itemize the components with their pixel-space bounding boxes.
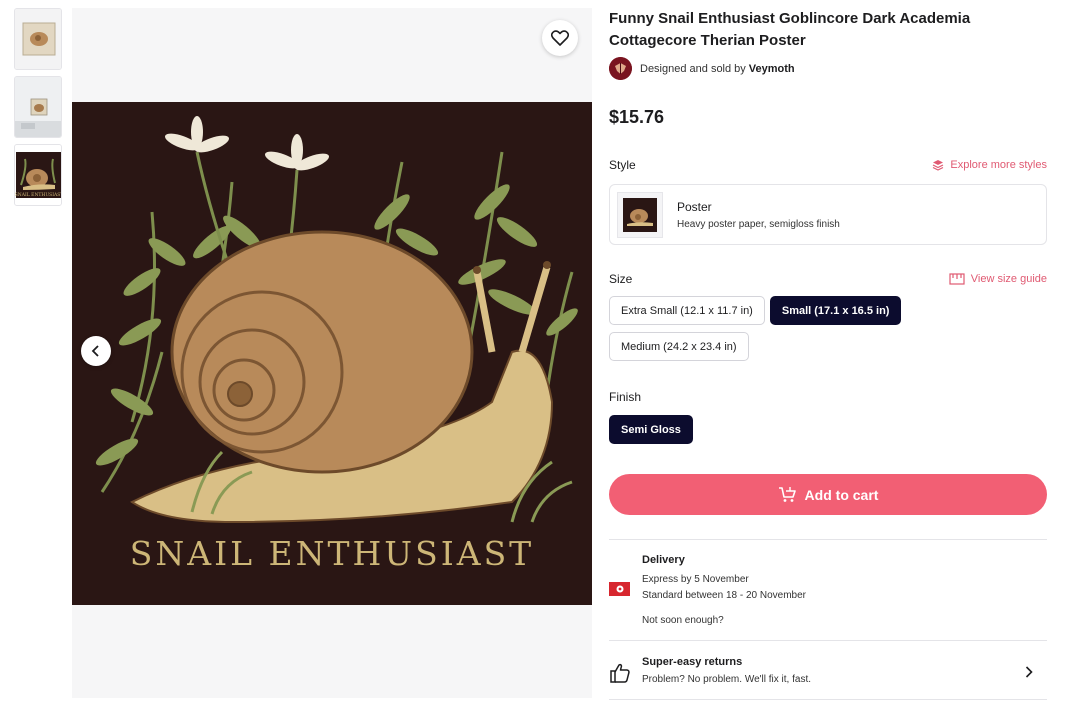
artist-link[interactable]: Veymoth <box>749 63 795 75</box>
product-title: Funny Snail Enthusiast Goblincore Dark A… <box>609 10 971 49</box>
finish-options: Semi Gloss <box>609 415 929 451</box>
finish-header: Finish <box>609 388 1047 406</box>
poster-thumbnail-icon <box>623 197 657 232</box>
size-option-medium[interactable]: Medium (24.2 x 23.4 in) <box>609 332 749 361</box>
seller-info: Designed and sold by Veymoth <box>609 57 1047 80</box>
delivery-standard: Standard between 18 - 20 November <box>642 590 806 601</box>
add-to-cart-label: Add to cart <box>804 486 879 503</box>
snail-artwork <box>72 102 592 605</box>
delivery-section: Delivery Express by 5 November Standard … <box>609 540 1047 640</box>
previous-image-button[interactable] <box>81 336 111 366</box>
delivery-title: Delivery <box>642 554 685 566</box>
ruler-icon <box>949 273 965 285</box>
returns-section[interactable]: Super-easy returns Problem? No problem. … <box>609 641 1047 699</box>
favorite-button[interactable] <box>542 20 578 56</box>
style-option-card[interactable]: Poster Heavy poster paper, semigloss fin… <box>609 184 1047 245</box>
finish-label: Finish <box>609 390 642 404</box>
size-header: Size View size guide <box>609 272 1047 286</box>
thumbnail-caption: SNAIL ENTHUSIAST <box>15 192 62 198</box>
finish-option-semi-gloss[interactable]: Semi Gloss <box>609 415 693 444</box>
size-guide-link[interactable]: View size guide <box>949 273 1047 285</box>
seller-prefix: Designed and sold by <box>640 62 746 75</box>
moth-logo-icon <box>609 57 632 80</box>
poster-caption: SNAIL ENTHUSIAST <box>129 534 535 573</box>
style-option-desc: Heavy poster paper, semigloss finish <box>677 218 840 230</box>
product-image-viewer: SNAIL ENTHUSIAST <box>72 8 592 698</box>
thumbnail-room-view[interactable] <box>14 76 62 138</box>
avatar[interactable] <box>609 57 632 80</box>
layers-icon <box>933 160 944 171</box>
not-soon-enough-text: Not soon enough? <box>642 615 724 626</box>
chevron-right-icon[interactable] <box>1025 666 1033 678</box>
divider <box>609 699 1047 700</box>
thumbnail-framed-print[interactable] <box>14 8 62 70</box>
price: $15.76 <box>609 107 665 127</box>
size-options: Extra Small (12.1 x 11.7 in) Small (17.1… <box>609 296 929 368</box>
style-option-name: Poster <box>677 199 712 214</box>
size-option-small[interactable]: Small (17.1 x 16.5 in) <box>769 296 902 325</box>
explore-styles-label: Explore more styles <box>950 159 1047 171</box>
add-to-cart-button[interactable]: Add to cart <box>609 474 1047 515</box>
cart-add-icon <box>778 486 796 502</box>
style-label: Style <box>609 158 636 172</box>
style-header: Style Explore more styles <box>609 158 1047 172</box>
thumbnail-list: SNAIL ENTHUSIAST <box>14 8 64 212</box>
product-image[interactable]: SNAIL ENTHUSIAST <box>72 102 592 605</box>
style-thumbnail <box>617 191 663 238</box>
returns-title: Super-easy returns <box>642 656 743 668</box>
size-option-extra-small[interactable]: Extra Small (12.1 x 11.7 in) <box>609 296 765 325</box>
explore-styles-link[interactable]: Explore more styles <box>932 159 1047 171</box>
size-guide-label: View size guide <box>970 273 1047 285</box>
delivery-express: Express by 5 November <box>642 574 749 585</box>
thumbs-up-icon <box>610 663 630 683</box>
heart-icon <box>551 30 569 46</box>
size-label: Size <box>609 272 633 286</box>
product-details-panel: Funny Snail Enthusiast Goblincore Dark A… <box>609 8 1047 700</box>
thumbnail-poster[interactable]: SNAIL ENTHUSIAST <box>14 144 62 206</box>
hong-kong-flag-icon <box>609 582 630 596</box>
returns-desc: Problem? No problem. We'll fix it, fast. <box>642 674 812 685</box>
chevron-left-icon <box>91 345 99 357</box>
